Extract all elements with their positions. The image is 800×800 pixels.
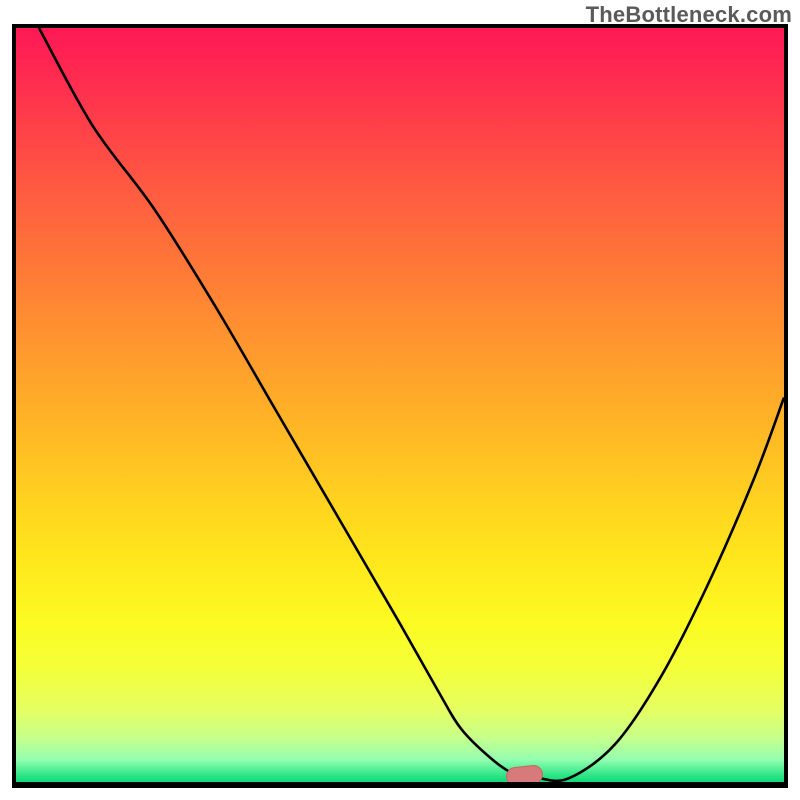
watermark-text: TheBottleneck.com xyxy=(586,2,792,28)
chart-container: TheBottleneck.com xyxy=(0,0,800,800)
plot-outer xyxy=(12,24,788,788)
plot-frame xyxy=(12,24,788,788)
gradient-background xyxy=(16,28,784,782)
optimum-marker xyxy=(505,764,544,787)
